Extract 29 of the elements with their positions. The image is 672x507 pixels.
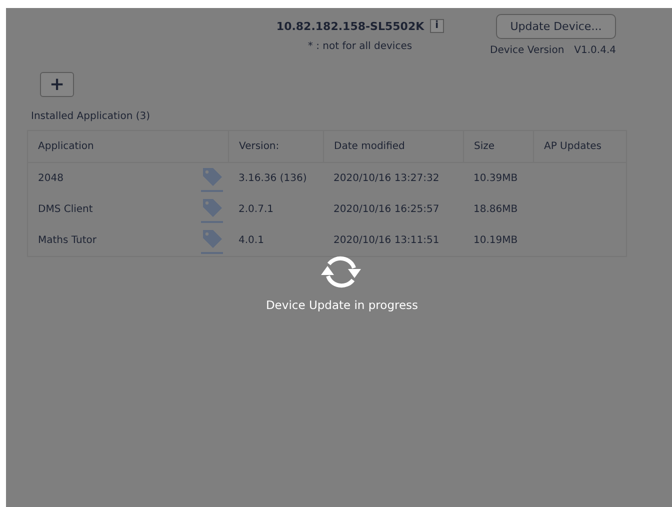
table-cell: Maths Tutor xyxy=(38,235,96,246)
tag-icon[interactable] xyxy=(200,228,224,254)
column-header[interactable]: Version: xyxy=(228,130,324,162)
device-name: 10.82.182.158-SL5502K xyxy=(276,20,424,32)
table-cell: 2020/10/16 13:27:32 xyxy=(324,162,464,194)
column-header[interactable]: AP Updates xyxy=(534,130,626,162)
tag-icon[interactable] xyxy=(200,196,224,222)
device-version: V1.0.4.4 xyxy=(574,45,616,56)
column-header[interactable]: Date modified xyxy=(324,130,464,162)
device-version-label: Device Version xyxy=(490,45,564,56)
info-button[interactable]: i xyxy=(430,19,444,33)
table-cell: 10.39MB xyxy=(464,162,534,194)
table-cell: 2020/10/16 13:11:51 xyxy=(324,225,464,256)
update-device-button[interactable]: Update Device... xyxy=(496,14,616,39)
device-note: * : not for all devices xyxy=(308,41,412,52)
progress-message: Device Update in progress xyxy=(266,298,418,312)
table-cell-text: 18.86MB xyxy=(472,203,519,217)
table-cell-text: 2020/10/16 16:25:57 xyxy=(332,203,440,217)
column-header[interactable]: Application xyxy=(28,130,228,162)
table-cell: 10.19MB xyxy=(464,225,534,256)
add-button[interactable]: + xyxy=(40,72,74,97)
table-cell: 2048 xyxy=(38,173,64,184)
table-cell: DMS Client xyxy=(38,204,93,215)
installed-title: Installed Application (3) xyxy=(31,111,151,122)
table-cell: 4.0.1 xyxy=(228,225,324,256)
table-cell-text: 2.0.7.1 xyxy=(238,203,274,217)
tag-icon[interactable] xyxy=(200,166,224,192)
column-header[interactable]: Size xyxy=(464,130,534,162)
table-cell: 3.16.36 (136) xyxy=(228,162,324,194)
